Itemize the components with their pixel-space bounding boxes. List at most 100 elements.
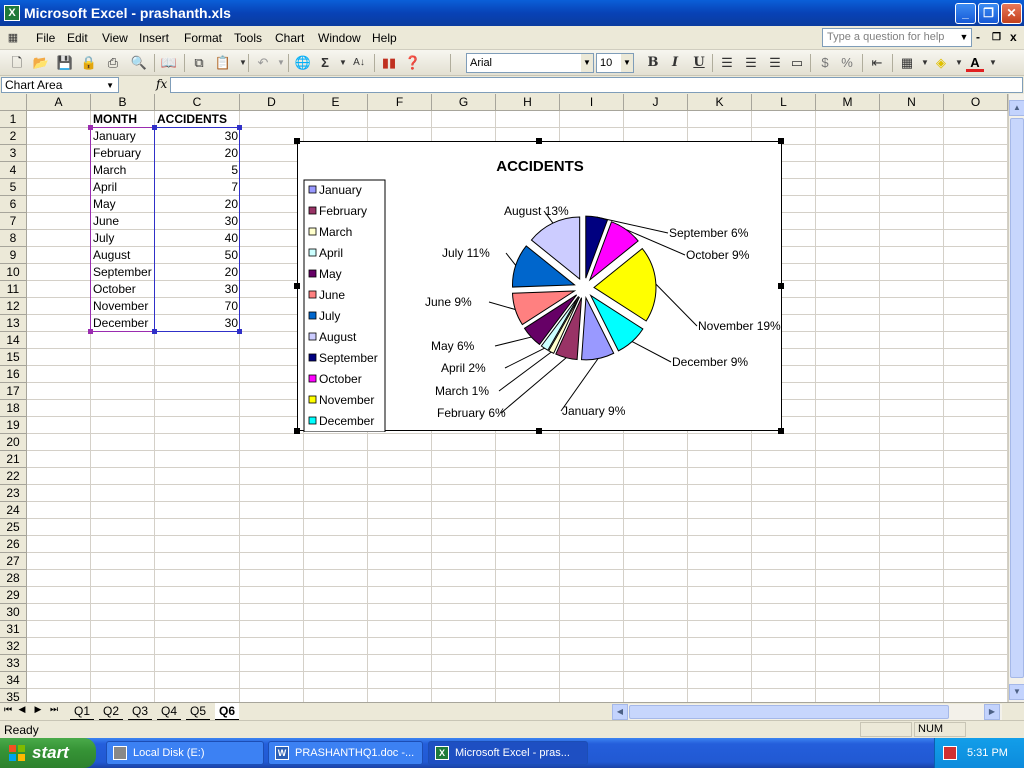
sheet-tab-q6[interactable]: Q6 [215,703,240,720]
insert-function-icon[interactable]: fx [156,77,167,91]
clock[interactable]: 5:31 PM [967,747,1008,759]
scroll-right-button[interactable]: ▶ [984,704,1000,720]
borders-icon[interactable]: ▦ [898,54,916,72]
italic-button[interactable]: I [666,54,684,72]
chevron-down-icon[interactable]: ▼ [581,54,593,72]
legend-entry[interactable]: February [319,204,367,218]
chart-resize-handle[interactable] [778,428,784,434]
last-sheet-icon[interactable]: ⏭ [48,704,60,715]
row-header-20[interactable]: 20 [0,434,27,451]
first-sheet-icon[interactable]: ⏮ [2,704,14,715]
column-header-h[interactable]: H [496,94,560,111]
row-header-34[interactable]: 34 [0,672,27,689]
prev-sheet-icon[interactable]: ◀ [16,704,28,715]
close-button[interactable]: ✕ [1001,3,1022,24]
column-header-l[interactable]: L [752,94,816,111]
range-handle[interactable] [152,329,157,334]
menu-chart[interactable]: Chart [275,31,304,45]
range-handle[interactable] [88,329,93,334]
column-header-f[interactable]: F [368,94,432,111]
start-button[interactable]: start [0,738,96,768]
chevron-down-icon[interactable]: ▼ [106,79,114,93]
chevron-down-icon[interactable]: ▼ [984,54,1002,72]
row-header-6[interactable]: 6 [0,196,27,213]
data-label[interactable]: September 6% [669,226,749,240]
column-header-o[interactable]: O [944,94,1008,111]
row-header-24[interactable]: 24 [0,502,27,519]
select-all-corner[interactable] [0,94,27,111]
row-header-7[interactable]: 7 [0,213,27,230]
row-header-8[interactable]: 8 [0,230,27,247]
align-right-icon[interactable]: ☰ [766,54,784,72]
row-header-3[interactable]: 3 [0,145,27,162]
next-sheet-icon[interactable]: ▶ [32,704,44,715]
sheet-tab-q2[interactable]: Q2 [99,703,124,720]
formula-input[interactable] [170,77,1023,93]
undo-icon[interactable]: ↶ [254,54,272,72]
row-header-9[interactable]: 9 [0,247,27,264]
row-header-5[interactable]: 5 [0,179,27,196]
row-header-18[interactable]: 18 [0,400,27,417]
chart-resize-handle[interactable] [294,428,300,434]
scroll-down-button[interactable]: ▼ [1009,684,1024,700]
row-header-15[interactable]: 15 [0,349,27,366]
legend-entry[interactable]: January [319,183,362,197]
legend-entry[interactable]: June [319,288,345,302]
chart-area[interactable]: ACCIDENTS January February March April May Jun… [294,138,784,434]
data-label[interactable]: May 6% [431,339,475,353]
pie-chart[interactable]: ACCIDENTS January February March April May Jun… [298,142,783,433]
row-header-31[interactable]: 31 [0,621,27,638]
legend-entry[interactable]: April [319,246,343,260]
row-header-27[interactable]: 27 [0,553,27,570]
chart-resize-handle[interactable] [294,283,300,289]
column-header-c[interactable]: C [155,94,240,111]
chart-wizard-icon[interactable]: ▮▮ [380,54,398,72]
chevron-down-icon[interactable]: ▼ [621,54,633,72]
legend-entry[interactable]: September [319,351,378,365]
row-header-23[interactable]: 23 [0,485,27,502]
print-icon[interactable]: ⎙ [104,54,122,72]
column-header-i[interactable]: I [560,94,624,111]
horizontal-scroll-thumb[interactable] [629,705,949,719]
name-box[interactable]: Chart Area ▼ [1,77,119,93]
menu-tools[interactable]: Tools [234,31,262,45]
column-header-n[interactable]: N [880,94,944,111]
range-handle[interactable] [152,125,157,130]
row-header-11[interactable]: 11 [0,281,27,298]
scroll-left-button[interactable]: ◀ [612,704,628,720]
column-header-e[interactable]: E [304,94,368,111]
column-header-k[interactable]: K [688,94,752,111]
menu-file[interactable]: File [36,31,55,45]
print-preview-icon[interactable]: 🔍 [130,54,148,72]
row-header-12[interactable]: 12 [0,298,27,315]
row-header-13[interactable]: 13 [0,315,27,332]
column-header-d[interactable]: D [240,94,304,111]
row-header-25[interactable]: 25 [0,519,27,536]
menu-format[interactable]: Format [184,31,222,45]
chart-resize-handle[interactable] [294,138,300,144]
column-header-j[interactable]: J [624,94,688,111]
row-header-10[interactable]: 10 [0,264,27,281]
cell-accidents-header[interactable]: ACCIDENTS [155,111,240,128]
row-header-30[interactable]: 30 [0,604,27,621]
percent-button[interactable]: % [838,54,856,72]
font-color-button[interactable]: A [966,54,984,72]
menu-window[interactable]: Window [318,31,361,45]
sheet-tab-q3[interactable]: Q3 [128,703,153,720]
legend-entry[interactable]: November [319,393,374,407]
legend-entry[interactable]: July [319,309,340,323]
chevron-down-icon[interactable]: ▼ [957,29,971,46]
chart-resize-handle[interactable] [536,138,542,144]
scroll-up-button[interactable]: ▲ [1009,100,1024,116]
row-header-1[interactable]: 1 [0,111,27,128]
data-label[interactable]: November 19% [698,319,781,333]
workbook-close-button[interactable]: x [1010,30,1017,44]
menu-help[interactable]: Help [372,31,397,45]
data-label[interactable]: July 11% [442,246,490,260]
menu-insert[interactable]: Insert [139,31,169,45]
row-header-29[interactable]: 29 [0,587,27,604]
chart-resize-handle[interactable] [536,428,542,434]
data-label[interactable]: April 2% [441,361,486,375]
data-label[interactable]: January 9% [562,404,626,418]
help-icon[interactable]: ❓ [404,54,422,72]
